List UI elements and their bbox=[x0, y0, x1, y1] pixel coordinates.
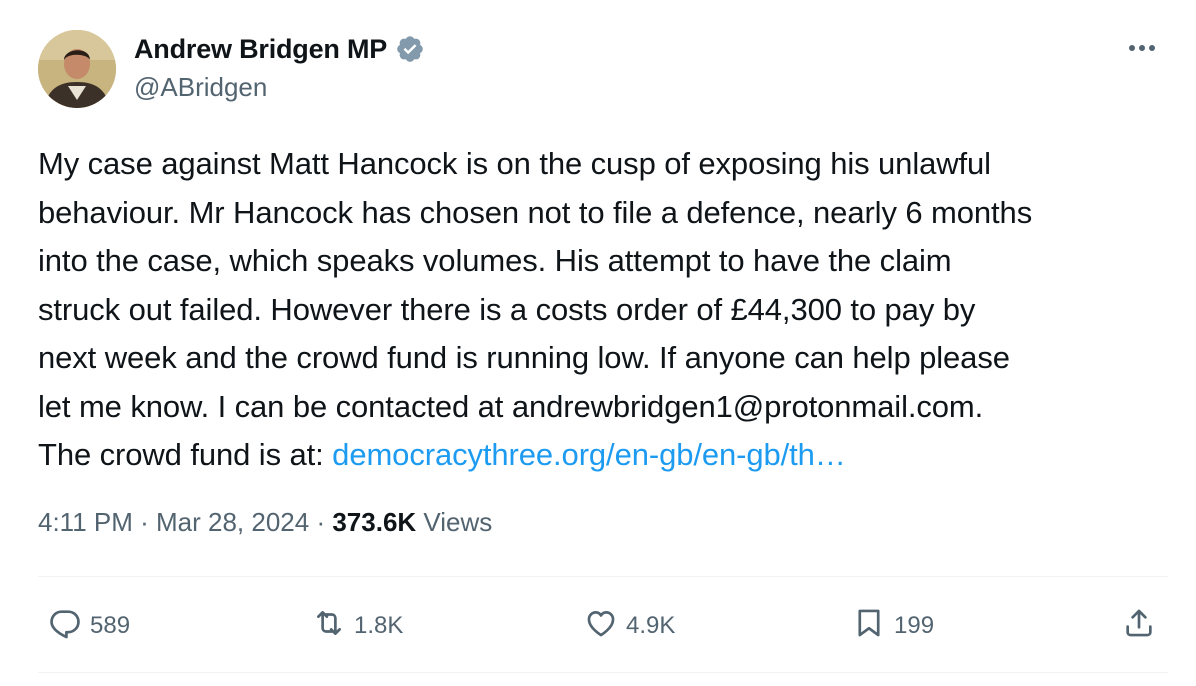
tweet-text-line: struck out failed. However there is a co… bbox=[38, 291, 976, 327]
verified-badge-icon[interactable] bbox=[395, 34, 425, 64]
tweet-text-line: next week and the crowd fund is running … bbox=[38, 340, 1010, 375]
author-name-row: Andrew Bridgen MP bbox=[134, 30, 425, 68]
tweet-card: Andrew Bridgen MP @ABridgen My case agai… bbox=[0, 0, 1196, 686]
tweet-text-line: The crowd fund is at: democracythree.org… bbox=[38, 431, 1178, 480]
views-label: Views bbox=[416, 507, 493, 537]
bookmark-button[interactable]: 199 bbox=[852, 598, 934, 654]
author-handle[interactable]: @ABridgen bbox=[134, 72, 267, 103]
heart-icon bbox=[584, 606, 618, 647]
reply-bubble-icon bbox=[48, 606, 82, 647]
tweet-text: My case against Matt Hancock is on the c… bbox=[38, 140, 1178, 480]
tweet-text-line: My case against Matt Hancock is on the c… bbox=[38, 146, 991, 181]
divider-bottom bbox=[38, 672, 1168, 673]
author-display-name[interactable]: Andrew Bridgen MP bbox=[134, 34, 387, 65]
bookmark-icon bbox=[852, 606, 886, 647]
tweet-text-line: let me know. I can be contacted at andre… bbox=[38, 388, 984, 424]
tweet-meta: 4:11 PM · Mar 28, 2024 · 373.6K Views bbox=[38, 507, 492, 538]
share-upload-icon bbox=[1122, 606, 1156, 647]
like-count: 4.9K bbox=[626, 612, 676, 639]
divider-top bbox=[38, 576, 1168, 577]
action-bar: 589 1.8K 4.9K 199 bbox=[38, 598, 1168, 654]
tweet-time[interactable]: 4:11 PM bbox=[38, 507, 133, 537]
repost-button[interactable]: 1.8K bbox=[312, 598, 403, 654]
repost-count: 1.8K bbox=[354, 612, 404, 639]
tweet-text-line: behaviour. Mr Hancock has chosen not to … bbox=[38, 194, 1033, 230]
tweet-date[interactable]: Mar 28, 2024 bbox=[156, 507, 309, 537]
crowdfund-link[interactable]: democracythree.org/en-gb/en-gb/th… bbox=[332, 437, 846, 472]
reply-button[interactable]: 589 bbox=[48, 598, 130, 654]
tweet-text-line: into the case, which speaks volumes. His… bbox=[38, 243, 952, 278]
more-horizontal-icon[interactable] bbox=[1122, 30, 1162, 66]
bookmark-count: 199 bbox=[894, 612, 935, 639]
meta-separator: · bbox=[132, 507, 157, 537]
avatar[interactable] bbox=[38, 30, 116, 108]
tweet-text-prefix: The crowd fund is at: bbox=[38, 437, 333, 472]
views-count: 373.6K bbox=[332, 507, 417, 537]
reply-count: 589 bbox=[90, 612, 131, 639]
meta-separator: · bbox=[309, 507, 333, 537]
repost-arrows-icon bbox=[312, 606, 346, 647]
like-button[interactable]: 4.9K bbox=[584, 598, 675, 654]
share-button[interactable] bbox=[1122, 598, 1156, 654]
